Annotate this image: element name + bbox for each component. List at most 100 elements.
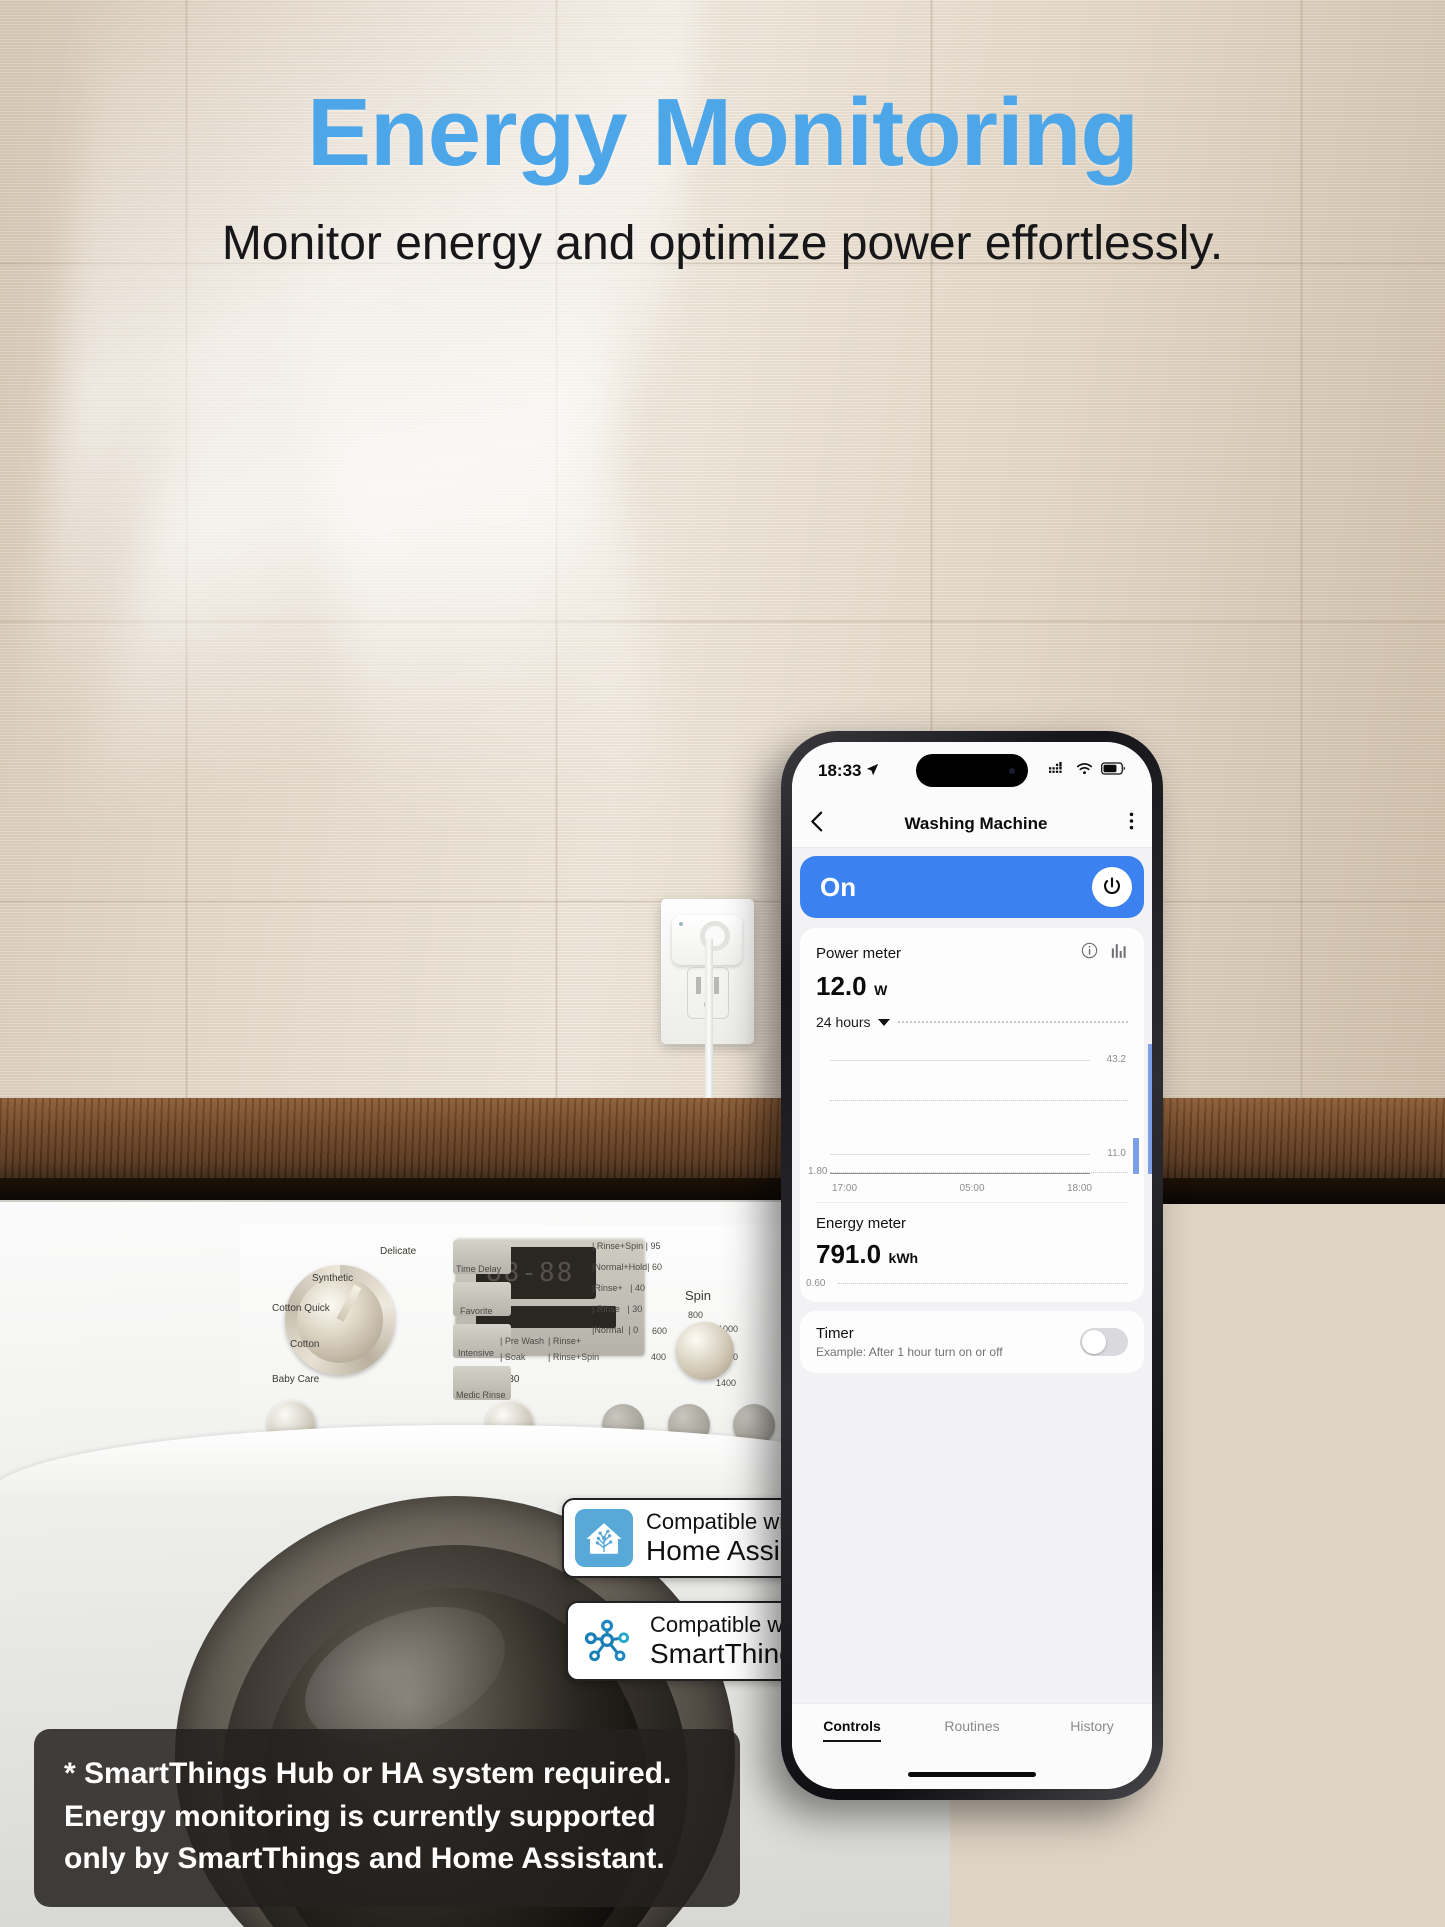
timer-card[interactable]: Timer Example: After 1 hour turn on or o…: [800, 1311, 1144, 1373]
time-range-selector[interactable]: 24 hours: [816, 1014, 1128, 1030]
washer-label-rinse-30: | Rinse | 30: [592, 1304, 643, 1314]
energy-meter-unit: kWh: [888, 1250, 919, 1266]
washer-label-normal-hold-60: |Normal+Hold| 60: [592, 1262, 662, 1272]
program-label-baby-care: Baby Care: [272, 1374, 320, 1385]
power-meter-unit: W: [874, 982, 888, 998]
power-meter-actions: [1081, 942, 1128, 964]
battery-icon: [1101, 762, 1126, 780]
divider-dotted: [898, 1021, 1128, 1023]
energy-meter-header: Energy meter: [816, 1215, 1128, 1232]
chart-x-tick-2: 05:00: [959, 1183, 985, 1194]
home-assistant-icon: [575, 1509, 633, 1567]
program-label-cotton: Cotton: [290, 1339, 320, 1350]
spin-value-600: 600: [652, 1326, 668, 1336]
chart-x-tick-3: 18:00: [1066, 1183, 1092, 1194]
bar-chart-icon[interactable]: [1111, 943, 1128, 964]
chart-x-axis: [830, 1172, 1090, 1174]
timer-toggle-knob: [1082, 1330, 1106, 1354]
smart-plug: [661, 899, 754, 1107]
status-bar-icons: [1049, 762, 1126, 780]
washer-label-rinse-plus: | Rinse+: [548, 1336, 582, 1346]
chart-y-label-max: 43.2: [1106, 1054, 1126, 1065]
timer-toggle[interactable]: [1080, 1328, 1128, 1356]
timer-subtitle: Example: After 1 hour turn on or off: [816, 1345, 1003, 1359]
smartthings-icon: [579, 1612, 637, 1670]
wooden-countertop: [0, 1098, 1445, 1184]
energy-axis-label: 0.60: [806, 1278, 826, 1289]
washer-label-medic-rinse: Medic Rinse: [456, 1390, 506, 1400]
more-vertical-icon[interactable]: [1129, 811, 1134, 836]
time-range-label: 24 hours: [816, 1014, 871, 1030]
page-title-device: Washing Machine: [904, 813, 1048, 833]
cellular-signal-icon: [1049, 762, 1068, 780]
card-divider: [816, 1202, 1128, 1203]
page-title: Energy Monitoring: [307, 79, 1139, 186]
chart-gridline-dotted-upper: [830, 1100, 1128, 1101]
disclaimer-note: * SmartThings Hub or HA system required.…: [34, 1729, 740, 1907]
tab-history-label: History: [1070, 1718, 1114, 1734]
washer-label-rinse-plus-40: |Rinse+ | 40: [592, 1283, 645, 1293]
washer-label-pre-wash: | Pre Wash: [500, 1336, 545, 1346]
timer-text: Timer Example: After 1 hour turn on or o…: [816, 1325, 1003, 1359]
chart-x-tick-1: 17:00: [832, 1183, 858, 1194]
washer-label-rinse-spin-95: | Rinse+Spin | 95: [592, 1241, 661, 1251]
energy-meter-axis: 0.60: [806, 1276, 1128, 1292]
power-toggle-banner[interactable]: On: [800, 856, 1144, 918]
program-label-delicate: Delicate: [380, 1246, 417, 1257]
chart-y-label-mid: 11.0: [1107, 1148, 1126, 1159]
washer-label-rinse-spin: | Rinse+Spin: [548, 1352, 600, 1362]
info-circle-icon[interactable]: [1081, 942, 1098, 964]
spin-value-400: 400: [651, 1352, 667, 1362]
status-bar-time-group: 18:33: [818, 761, 879, 781]
chart-gridline-11: [830, 1154, 1090, 1155]
spin-dial[interactable]: [676, 1322, 734, 1380]
spin-value-1400: 1400: [716, 1378, 737, 1388]
washer-label-soak: | Soak: [500, 1352, 526, 1362]
plug-cable: [705, 939, 713, 1107]
status-bar-time: 18:33: [818, 761, 862, 780]
energy-meter-title: Energy meter: [816, 1215, 907, 1232]
location-arrow-icon: [866, 761, 879, 781]
divider-dotted: [838, 1283, 1128, 1284]
power-meter-title: Power meter: [816, 944, 902, 962]
power-meter-chart: 43.2 11.0 1.80 17:00 05:00 18:00: [808, 1044, 1152, 1196]
power-meter-header: Power meter: [816, 942, 1128, 964]
chart-gridline-43: [830, 1060, 1090, 1061]
wifi-icon: [1076, 762, 1093, 780]
bottom-tab-bar: Controls Routines History: [792, 1703, 1152, 1789]
washer-label-time-delay: Time Delay: [456, 1264, 502, 1274]
energy-meter-value-row: 791.0 kWh: [816, 1239, 1128, 1270]
phone-screen: 18:33 Washing Machine On Power meter 12.…: [792, 742, 1152, 1789]
energy-meter-value: 791.0: [816, 1239, 882, 1269]
chart-bar: [1148, 1044, 1152, 1174]
app-nav-bar: Washing Machine: [792, 800, 1152, 848]
home-indicator[interactable]: [908, 1772, 1036, 1777]
chevron-down-icon[interactable]: [878, 1018, 891, 1026]
program-label-cotton-quick: Cotton Quick: [272, 1303, 330, 1314]
tab-controls-label: Controls: [823, 1718, 881, 1742]
page-subtitle: Monitor energy and optimize power effort…: [221, 217, 1224, 270]
tab-routines[interactable]: Routines: [912, 1718, 1032, 1734]
timer-title: Timer: [816, 1325, 854, 1342]
chevron-left-icon[interactable]: [810, 811, 823, 837]
power-meter-value-row: 12.0 W: [816, 971, 1128, 1002]
spin-dial-title: Spin: [685, 1288, 712, 1303]
washer-label-normal-0: |Normal | 0: [592, 1325, 639, 1335]
plug-led: [679, 922, 683, 926]
power-icon[interactable]: [1092, 867, 1132, 907]
front-camera: [1009, 768, 1015, 774]
washer-label-favorite: Favorite: [460, 1306, 493, 1316]
app-content: On Power meter 12.0 W 24 hours 43.2 11.0…: [792, 848, 1152, 1703]
smartphone-mockup: 18:33 Washing Machine On Power meter 12.…: [781, 731, 1163, 1800]
tab-routines-label: Routines: [944, 1718, 1000, 1734]
program-label-synthetic: Synthetic: [312, 1273, 354, 1284]
dynamic-island: [916, 754, 1028, 787]
spin-value-800: 800: [688, 1310, 704, 1320]
tab-history[interactable]: History: [1032, 1718, 1152, 1734]
power-meter-card: Power meter 12.0 W 24 hours 43.2 11.0 1.…: [800, 928, 1152, 1302]
power-meter-value: 12.0: [816, 971, 867, 1001]
washer-label-intensive: Intensive: [458, 1348, 495, 1358]
power-state-label: On: [820, 871, 857, 902]
tab-controls[interactable]: Controls: [792, 1718, 912, 1742]
chart-bar: [1133, 1138, 1139, 1174]
